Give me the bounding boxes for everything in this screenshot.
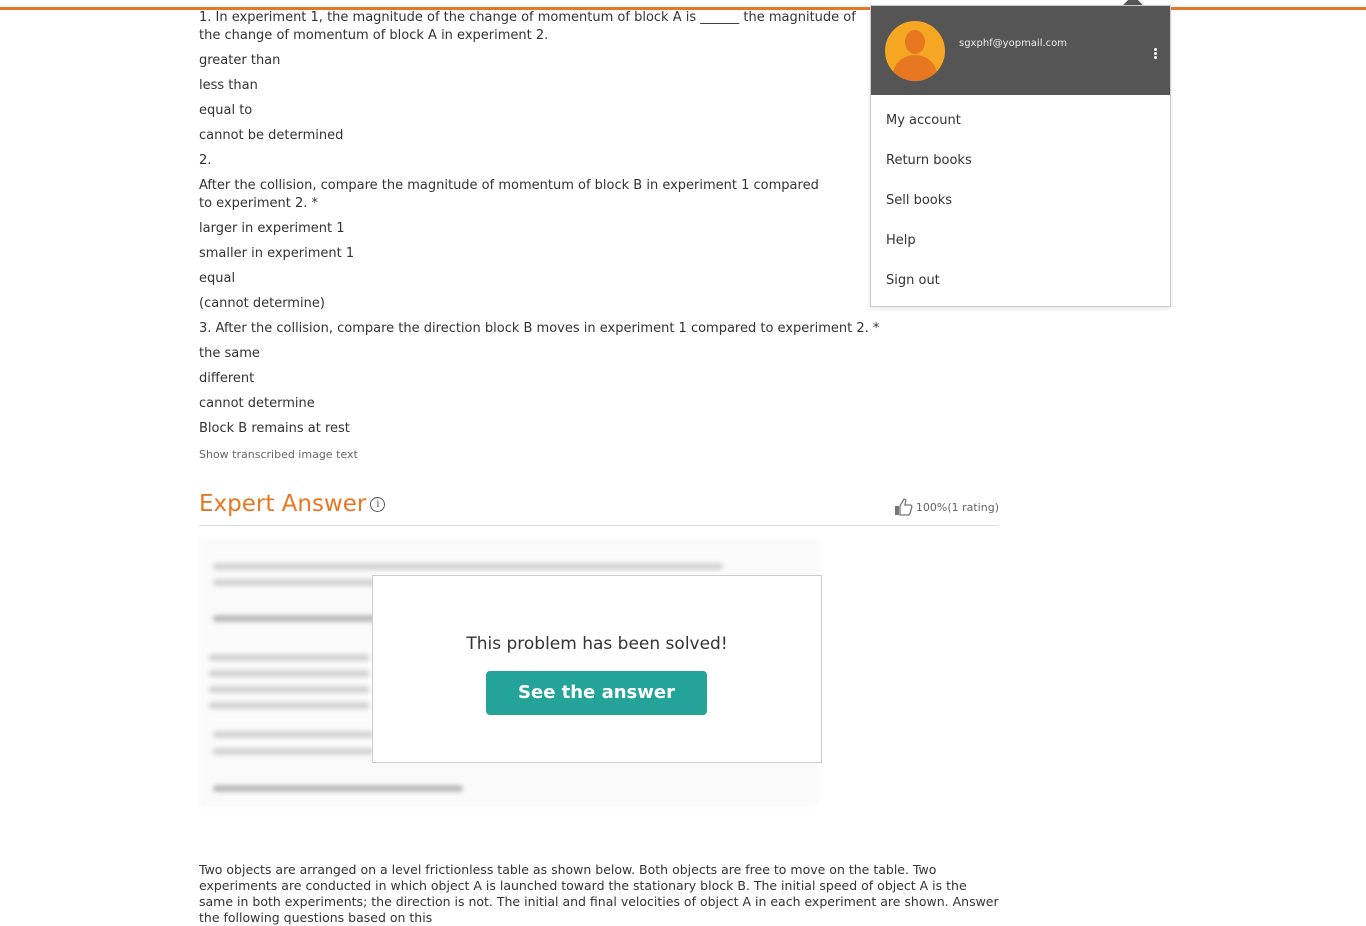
account-dropdown: sgxphf@yopmail.com My account Return boo… xyxy=(870,5,1171,307)
menu-item-help[interactable]: Help xyxy=(886,233,916,248)
rating: 100%(1 rating) xyxy=(893,498,999,516)
q3-option[interactable]: Block B remains at rest xyxy=(199,420,350,438)
show-transcribed-link[interactable]: Show transcribed image text xyxy=(199,448,358,461)
q3-option[interactable]: cannot determine xyxy=(199,395,315,413)
q1-option[interactable]: greater than xyxy=(199,52,280,70)
q3-option[interactable]: different xyxy=(199,370,254,388)
account-header: sgxphf@yopmail.com xyxy=(871,6,1170,95)
thumbs-up-icon[interactable] xyxy=(893,498,913,516)
avatar[interactable] xyxy=(885,21,945,81)
account-email: sgxphf@yopmail.com xyxy=(959,38,1068,49)
info-icon[interactable]: i xyxy=(370,497,386,512)
question-1-prompt: 1. In experiment 1, the magnitude of the… xyxy=(199,10,856,43)
more-options-icon[interactable] xyxy=(1154,48,1157,60)
q2-option[interactable]: equal xyxy=(199,270,235,288)
solved-title: This problem has been solved! xyxy=(466,634,728,654)
divider xyxy=(199,525,999,526)
question-description: Two objects are arranged on a level fric… xyxy=(199,862,999,925)
expert-answer-heading: Expert Answer i xyxy=(199,491,386,517)
q1-option[interactable]: cannot be determined xyxy=(199,127,343,145)
question-2-number: 2. xyxy=(199,153,212,168)
q3-option[interactable]: the same xyxy=(199,345,260,363)
menu-item-my-account[interactable]: My account xyxy=(886,113,961,128)
question-2-prompt: After the collision, compare the magnitu… xyxy=(199,178,819,211)
expert-answer-title: Expert Answer xyxy=(199,491,367,517)
question-3-prompt: 3. After the collision, compare the dire… xyxy=(199,321,880,336)
menu-item-sell-books[interactable]: Sell books xyxy=(886,193,952,208)
solved-overlay: This problem has been solved! See the an… xyxy=(372,575,822,763)
q2-option[interactable]: (cannot determine) xyxy=(199,295,325,313)
q2-option[interactable]: smaller in experiment 1 xyxy=(199,245,354,263)
menu-item-sign-out[interactable]: Sign out xyxy=(886,273,940,288)
q2-option[interactable]: larger in experiment 1 xyxy=(199,220,344,238)
see-answer-button[interactable]: See the answer xyxy=(486,671,707,715)
rating-text: 100%(1 rating) xyxy=(915,500,999,514)
q1-option[interactable]: equal to xyxy=(199,102,252,120)
menu-item-return-books[interactable]: Return books xyxy=(886,153,972,168)
q1-option[interactable]: less than xyxy=(199,77,258,95)
